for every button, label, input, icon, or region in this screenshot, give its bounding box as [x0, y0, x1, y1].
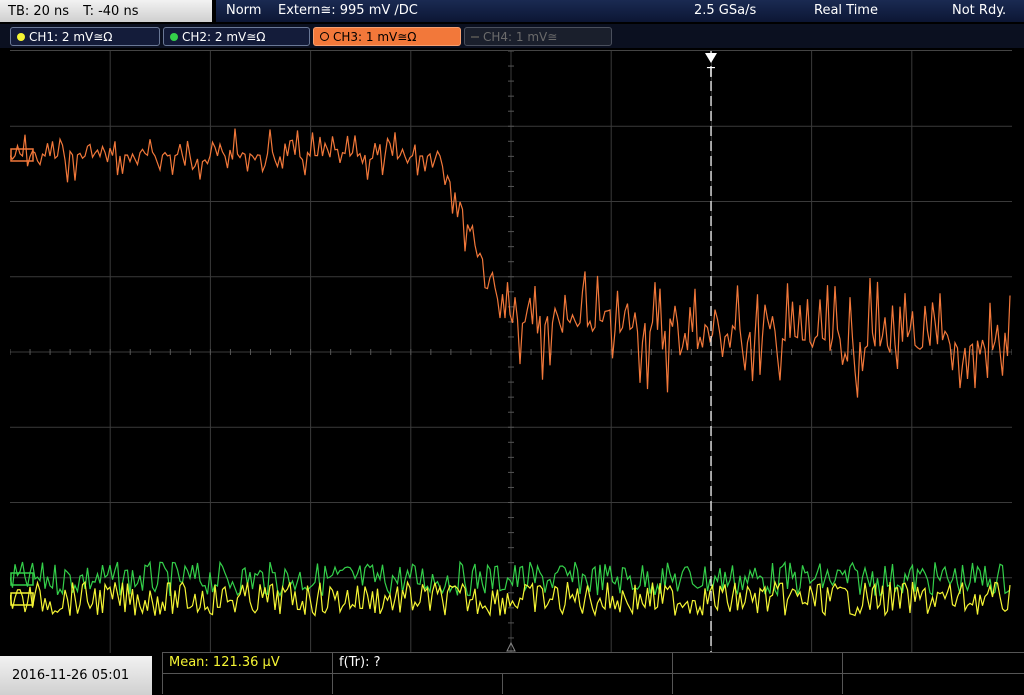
timebase-panel[interactable]: TB: 20 ns T: -40 ns [0, 0, 212, 22]
date-time: 2016-11-26 05:01 [0, 656, 152, 695]
channel-4-off-icon [471, 35, 479, 38]
mean-cell[interactable]: Mean: 121.36 µV [162, 652, 333, 673]
channel-4-label: CH4: 1 mV≅ [483, 29, 558, 44]
trigger-mode-label: Norm [226, 3, 262, 18]
measurement-cell-4[interactable] [842, 652, 1024, 673]
ch1-trace [10, 580, 1011, 618]
ch2-trace [10, 560, 1011, 598]
measurement-cell-6[interactable] [332, 673, 503, 694]
channel-3-indicator-icon [320, 32, 329, 41]
channel-3-label: CH3: 1 mV≅Ω [333, 29, 417, 44]
channel-1-button[interactable]: CH1: 2 mV≅Ω [10, 27, 160, 46]
measurement-cell-9[interactable] [842, 673, 1024, 694]
measurement-cell-5[interactable] [162, 673, 333, 694]
measurement-panel[interactable]: Mean: 121.36 µV f(Tr): ? [162, 652, 1024, 695]
waveform-display[interactable]: T [10, 50, 1012, 653]
trigger-time-label: T: -40 ns [83, 3, 139, 19]
acquisition-mode-label: Real Time [814, 3, 878, 18]
trigger-status-bar[interactable]: Norm Extern≅: 995 mV ∕DC 2.5 GSa/s Real … [216, 0, 1024, 22]
channel-2-button[interactable]: CH2: 2 mV≅Ω [163, 27, 310, 46]
channel-1-label: CH1: 2 mV≅Ω [29, 29, 113, 44]
timebase-label: TB: 20 ns [8, 3, 70, 19]
measurement-cell-3[interactable] [672, 652, 843, 673]
trigger-marker-label: T [706, 66, 715, 81]
trigger-arrow-icon [705, 53, 717, 63]
status-label: Not Rdy. [952, 3, 1007, 18]
channel-3-button[interactable]: CH3: 1 mV≅Ω [313, 27, 461, 46]
trigger-source-label: Extern≅: 995 mV ∕DC [278, 3, 418, 18]
measurement-cell-8[interactable] [672, 673, 843, 694]
measurement-cell-7[interactable] [502, 673, 673, 694]
mean-measurement: Mean: 121.36 µV [169, 655, 280, 670]
channel-2-indicator-icon [170, 32, 178, 41]
channel-bar: CH1: 2 mV≅Ω CH2: 2 mV≅Ω CH3: 1 mV≅Ω CH4:… [0, 24, 1024, 48]
ch3-trace [10, 128, 1011, 398]
channel-4-button[interactable]: CH4: 1 mV≅ [464, 27, 612, 46]
channel-2-label: CH2: 2 mV≅Ω [182, 29, 266, 44]
rise-time-cell[interactable]: f(Tr): ? [332, 652, 673, 673]
channel-1-indicator-icon [17, 32, 25, 41]
sample-rate-label: 2.5 GSa/s [694, 3, 757, 18]
waveform-canvas[interactable]: T [10, 51, 1012, 653]
rise-time-measurement: f(Tr): ? [339, 655, 381, 670]
date-time-label: 2016-11-26 05:01 [12, 668, 130, 683]
